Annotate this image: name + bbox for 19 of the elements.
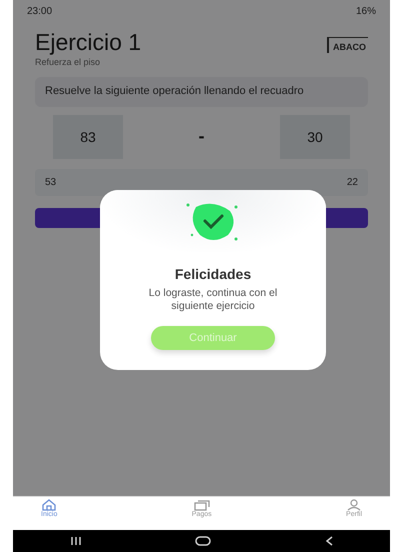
answer-option[interactable]: 53 (45, 176, 56, 188)
home-icon (42, 499, 56, 511)
app-logo: ABACO (327, 37, 368, 53)
dialog-message: Lo lograste, continua con el siguiente ejercicio (148, 287, 278, 312)
answer-option[interactable]: 22 (346, 176, 358, 188)
battery-level: 16% (356, 6, 376, 17)
status-time: 23:00 (27, 6, 52, 17)
cards-icon (194, 499, 210, 511)
page-title: Ejercicio 1 (35, 29, 142, 56)
user-icon (347, 499, 362, 511)
back-icon[interactable] (324, 536, 334, 546)
operator-sign: - (198, 126, 204, 148)
instruction-text: Resuelve la siguiente operación llenando el recuadro (35, 77, 368, 107)
dialog-title: Felicidades (174, 266, 252, 282)
recent-apps-icon[interactable] (70, 536, 82, 546)
home-key-icon[interactable] (194, 536, 210, 546)
number-box: 83 (53, 114, 123, 159)
page-subtitle: Refuerza el piso (35, 57, 102, 67)
number-box: 30 (280, 114, 350, 159)
